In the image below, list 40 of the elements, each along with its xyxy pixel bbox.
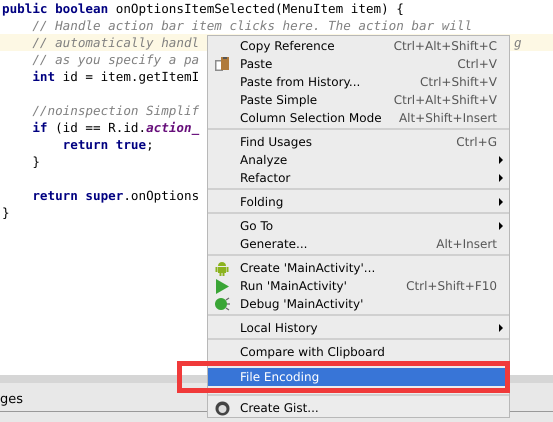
menu-item[interactable]: Column Selection Mode Alt+Shift+Insert <box>208 109 509 127</box>
code-line: } <box>31 153 40 170</box>
code-line: return true; <box>62 136 154 153</box>
menu-item[interactable]: File Encoding <box>208 368 505 386</box>
menu-item[interactable]: Copy Reference Ctrl+Alt+Shift+C <box>208 37 509 55</box>
code-line: // as you specify a pa <box>31 51 200 68</box>
menu-item[interactable]: Folding <box>208 193 509 211</box>
code-line: // Handle action bar item clicks here. The action bar will <box>31 17 472 34</box>
menu-item[interactable]: Paste Ctrl+V <box>208 55 509 73</box>
code-line: int id = item.getItemI <box>31 68 200 85</box>
menu-item[interactable]: Generate... Alt+Insert <box>208 235 509 253</box>
menu-item[interactable]: Run 'MainActivity' Ctrl+Shift+F10 <box>208 277 509 295</box>
code-line: if (id == R.id.action_ <box>31 119 200 136</box>
submenu-arrow-icon <box>499 198 503 206</box>
menu-item[interactable]: Create 'MainActivity'... <box>208 259 509 277</box>
code-line: } <box>2 204 10 221</box>
menu-item[interactable]: Go To <box>208 217 509 235</box>
clipboard-icon <box>215 56 229 72</box>
submenu-arrow-icon <box>499 156 503 164</box>
menu-item[interactable]: Paste from History... Ctrl+Shift+V <box>208 73 509 91</box>
bug-icon <box>214 297 230 311</box>
menu-item[interactable]: Paste Simple Ctrl+Alt+Shift+V <box>208 91 509 109</box>
tool-tab[interactable]: ges <box>0 392 24 407</box>
submenu-arrow-icon <box>499 324 503 332</box>
android-icon <box>215 260 229 276</box>
menu-item[interactable]: Debug 'MainActivity' <box>208 295 509 313</box>
code-line: //noinspection Simplif <box>31 102 200 119</box>
menu-item[interactable]: Find Usages Ctrl+G <box>208 133 509 151</box>
menu-item[interactable]: Local History <box>208 319 509 337</box>
play-icon <box>216 278 228 294</box>
code-line: public boolean onOptionsItemSelected(MenuItem item) { <box>2 0 404 17</box>
code-fragment: g <box>514 34 522 51</box>
code-line: return super.onOptions <box>31 187 200 204</box>
menu-item[interactable]: Create Gist... <box>208 399 509 417</box>
menu-item[interactable]: Compare with Clipboard <box>208 343 509 361</box>
submenu-arrow-icon <box>499 174 503 182</box>
menu-item[interactable]: Analyze <box>208 151 509 169</box>
menu-item[interactable]: Refactor <box>208 169 509 187</box>
code-line: // automatically handl <box>31 34 200 51</box>
submenu-arrow-icon <box>499 222 503 230</box>
